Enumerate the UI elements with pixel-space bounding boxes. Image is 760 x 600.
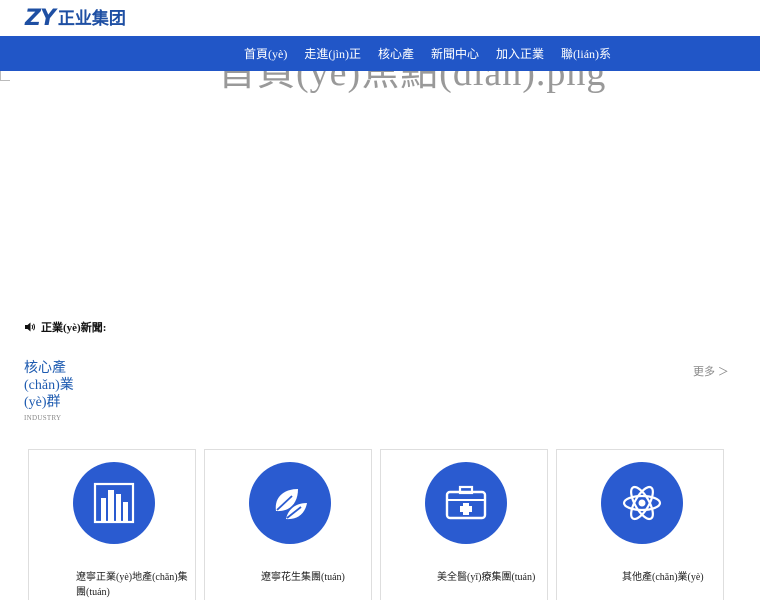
card-label: 美全醫(yī)療集團(tuán) <box>437 572 536 583</box>
nav-item-news[interactable]: 新聞中心 <box>431 45 479 62</box>
card-label: 遼寧正業(yè)地產(chǎn)集團(tuán) <box>76 572 188 598</box>
card-icon-circle <box>249 462 331 544</box>
logo-mark: ZY <box>25 6 56 31</box>
card-icon-circle <box>601 462 683 544</box>
site-header: ZY 正业集团 <box>0 0 760 36</box>
nav-item-industry[interactable]: 核心產 <box>378 45 414 62</box>
news-ticker: 正業(yè)新聞: <box>24 320 106 334</box>
leaf-icon <box>275 489 307 520</box>
industry-cards: 遼寧正業(yè)地產(chǎn)集團(tuán) 遼寧花生集團(tuán) 美全… <box>28 449 728 600</box>
industry-card-medical[interactable]: 美全醫(yī)療集團(tuán) <box>380 449 548 600</box>
industry-card-peanut[interactable]: 遼寧花生集團(tuán) <box>204 449 372 600</box>
broken-image-icon <box>0 71 10 81</box>
industry-card-real-estate[interactable]: 遼寧正業(yè)地產(chǎn)集團(tuán) <box>28 449 196 600</box>
card-icon-circle <box>73 462 155 544</box>
section-subtitle: INDUSTRY <box>24 414 62 422</box>
main-nav: 首頁(yè) 走進(jìn)正 核心產 新聞中心 加入正業 聯(lián)系 <box>244 36 628 71</box>
news-label: 正業(yè)新聞: <box>41 322 107 334</box>
banner-alt-text: 首頁(yè)焦點(diǎn).png <box>218 71 607 94</box>
section-title: 核心產(chǎn)業(yè)群 <box>24 361 74 410</box>
speaker-icon <box>25 322 36 332</box>
nav-item-contact[interactable]: 聯(lián)系 <box>561 45 611 62</box>
nav-item-about[interactable]: 走進(jìn)正 <box>304 45 361 62</box>
logo-text: 正业集团 <box>57 9 126 29</box>
buildings-icon <box>93 482 135 524</box>
banner-image[interactable]: 首頁(yè)焦點(diǎn).png <box>0 71 760 311</box>
logo[interactable]: ZY 正业集团 <box>25 8 126 30</box>
industry-card-other[interactable]: 其他產(chǎn)業(yè) <box>556 449 724 600</box>
main-nav-bar: 首頁(yè) 走進(jìn)正 核心產 新聞中心 加入正業 聯(lián)系 <box>0 36 760 71</box>
card-label: 其他產(chǎn)業(yè) <box>622 572 704 583</box>
medical-kit-icon <box>445 485 487 520</box>
card-icon-circle <box>425 462 507 544</box>
nav-item-join[interactable]: 加入正業 <box>496 45 544 62</box>
atom-icon <box>622 485 662 521</box>
nav-item-home[interactable]: 首頁(yè) <box>244 45 287 62</box>
more-link[interactable]: 更多 ＞ <box>693 363 729 379</box>
card-label: 遼寧花生集團(tuán) <box>261 572 345 583</box>
